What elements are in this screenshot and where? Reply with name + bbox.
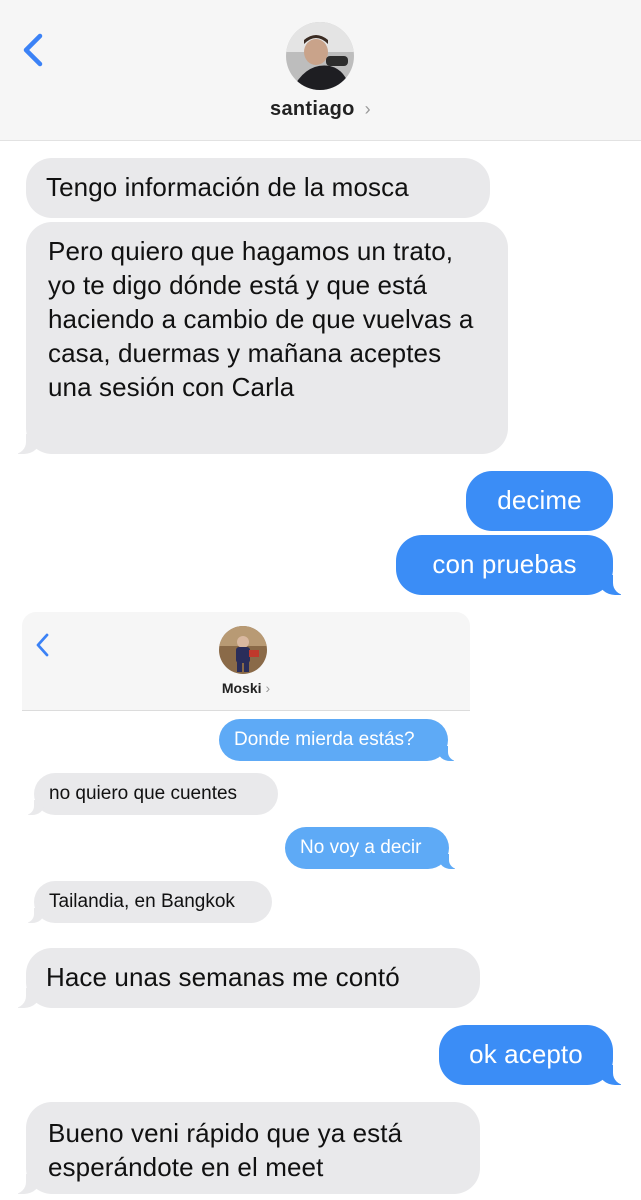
chevron-right-icon: › xyxy=(364,99,371,119)
embedded-message-bubble: No voy a decir xyxy=(285,827,469,869)
back-button[interactable] xyxy=(16,30,56,70)
message-bubble[interactable]: ok acepto xyxy=(439,1025,639,1085)
message-bubble[interactable]: Bueno veni rápido que ya está esperándot… xyxy=(0,1102,480,1194)
chevron-left-icon xyxy=(36,633,49,657)
message-bubble[interactable]: con pruebas xyxy=(396,535,639,595)
message-text: Pero quiero que hagamos un trato, yo te … xyxy=(48,236,474,402)
message-text: Tailandia, en Bangkok xyxy=(49,891,235,912)
message-bubble[interactable]: decime xyxy=(466,471,613,531)
message-bubble[interactable]: Hace unas semanas me contó xyxy=(0,948,480,1008)
message-bubble[interactable]: Pero quiero que hagamos un trato, yo te … xyxy=(0,222,508,454)
embedded-back-button xyxy=(32,632,54,658)
message-text: decime xyxy=(497,485,582,515)
message-text: Donde mierda estás? xyxy=(234,729,415,750)
embedded-contact-name: Moski xyxy=(221,680,262,696)
contact-name-row[interactable]: santiago › xyxy=(0,98,641,121)
embedded-contact-name-row: Moski › xyxy=(22,680,470,696)
embedded-contact-avatar xyxy=(219,626,267,674)
avatar-photo xyxy=(286,22,354,90)
chevron-left-icon xyxy=(23,33,43,67)
embedded-message-bubble: Tailandia, en Bangkok xyxy=(14,881,272,923)
message-bubble[interactable]: Tengo información de la mosca xyxy=(26,158,490,218)
message-text: Tengo información de la mosca xyxy=(46,172,409,202)
message-text: con pruebas xyxy=(432,549,577,579)
message-text: ok acepto xyxy=(469,1039,583,1069)
avatar-photo xyxy=(219,626,267,674)
embedded-message-bubble: Donde mierda estás? xyxy=(219,719,468,761)
message-text: No voy a decir xyxy=(300,837,422,858)
conversation-header: santiago › xyxy=(0,0,641,141)
embedded-message-bubble: no quiero que cuentes xyxy=(14,773,278,815)
message-text: Hace unas semanas me contó xyxy=(46,962,400,992)
contact-avatar[interactable] xyxy=(286,22,354,90)
embedded-screenshot-header: Moski › xyxy=(22,612,470,711)
contact-name: santiago xyxy=(270,98,355,120)
message-text: Bueno veni rápido que ya está esperándot… xyxy=(48,1118,403,1182)
message-text: no quiero que cuentes xyxy=(49,783,238,804)
chevron-right-icon: › xyxy=(265,680,271,696)
